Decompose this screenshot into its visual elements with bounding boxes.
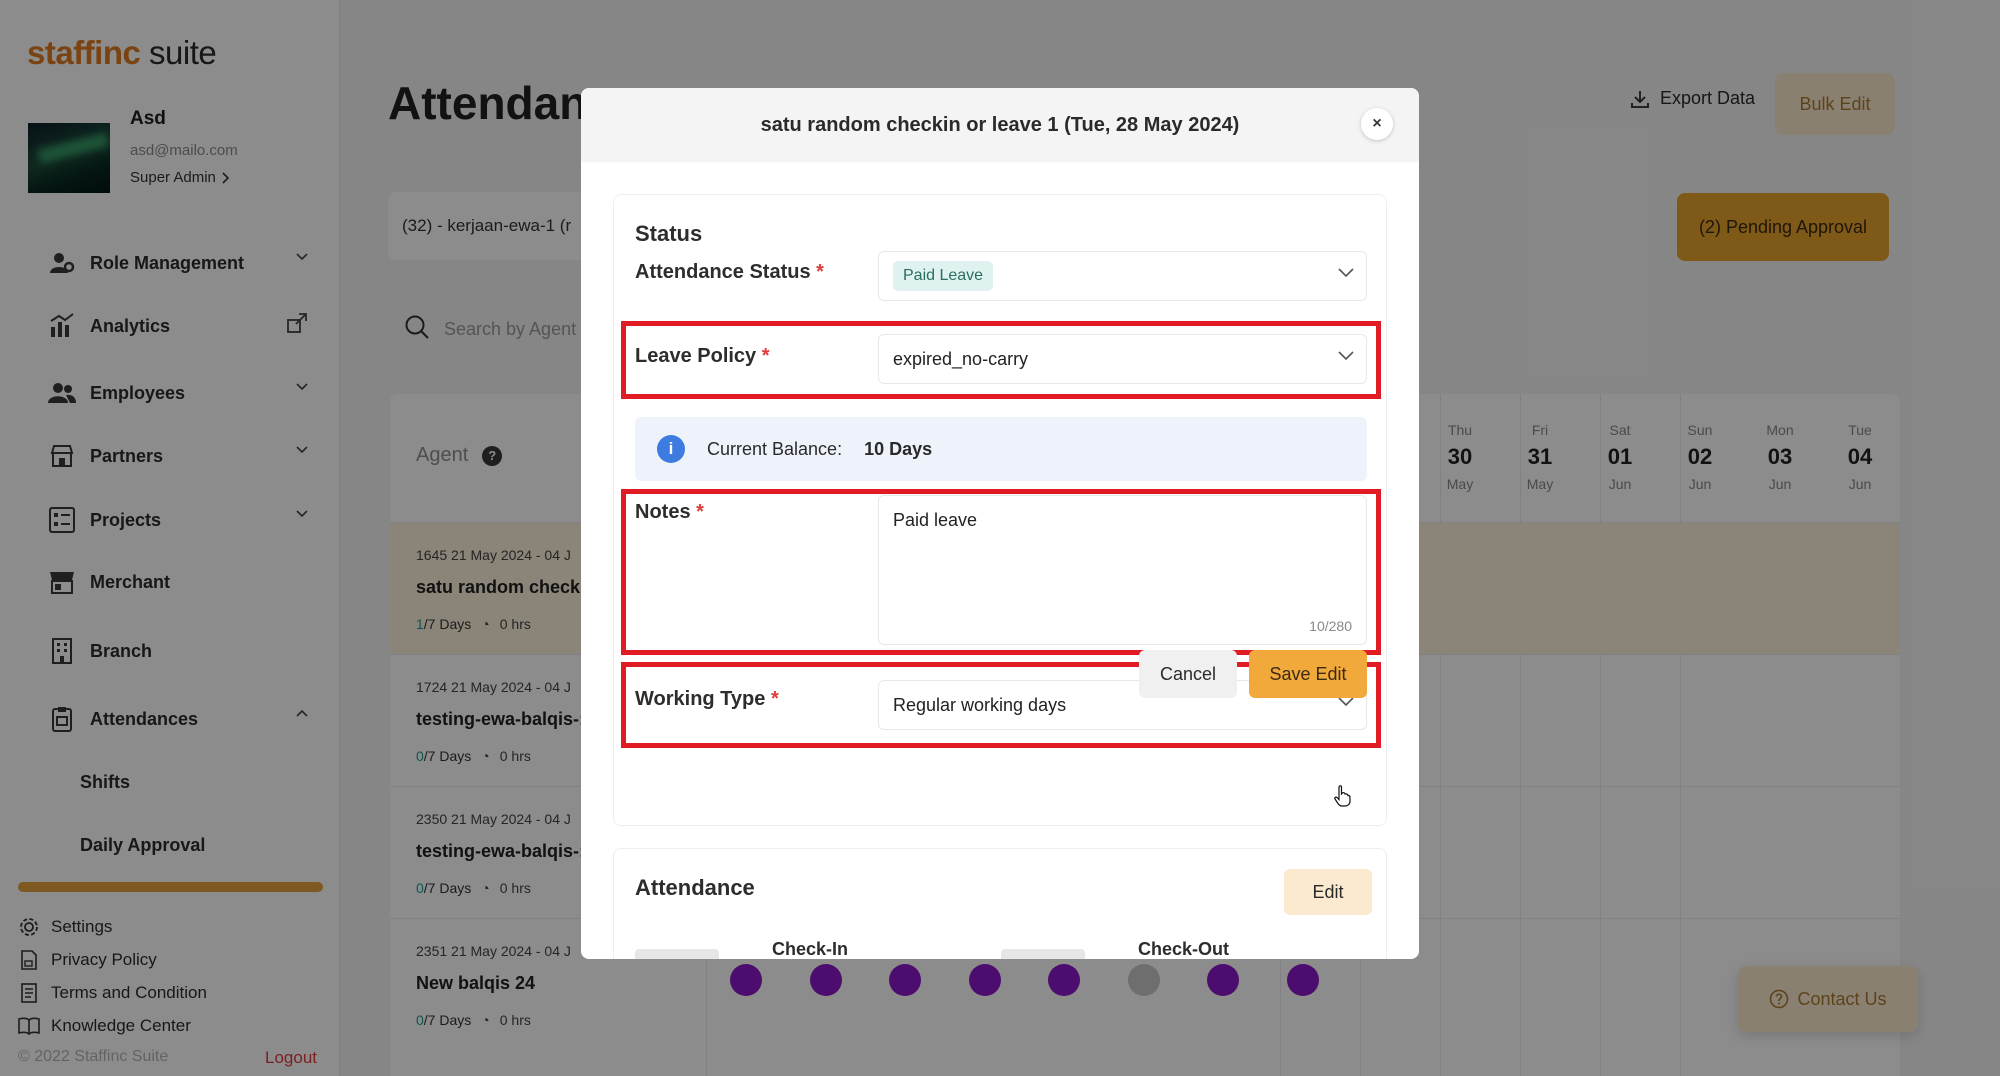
- chevron-down-icon: [1338, 351, 1354, 361]
- required-mark: *: [770, 688, 779, 710]
- check-out-placeholder: [1001, 949, 1085, 959]
- required-mark: *: [696, 501, 704, 523]
- modal-header: satu random checkin or leave 1 (Tue, 28 …: [581, 88, 1419, 162]
- notes-value: Paid leave: [893, 510, 978, 530]
- current-balance-banner: i Current Balance: 10 Days: [635, 417, 1367, 481]
- check-in-placeholder: [635, 949, 719, 959]
- modal-title: satu random checkin or leave 1 (Tue, 28 …: [760, 113, 1240, 136]
- attendance-status-label: Attendance Status *: [635, 261, 824, 284]
- chevron-down-icon: [1338, 268, 1354, 278]
- required-mark: *: [816, 261, 824, 283]
- required-mark: *: [761, 345, 770, 367]
- balance-label: Current Balance:: [707, 438, 843, 459]
- notes-textarea[interactable]: Paid leave 10/280: [878, 495, 1367, 645]
- attendance-status-select[interactable]: Paid Leave: [878, 251, 1367, 301]
- status-section-title: Status: [635, 221, 703, 246]
- notes-label: Notes *: [635, 501, 704, 524]
- attendance-section-title: Attendance: [635, 875, 755, 900]
- notes-char-counter: 10/280: [1309, 618, 1352, 634]
- field-label-text: Leave Policy: [635, 345, 757, 367]
- field-label-text: Attendance Status: [635, 261, 811, 283]
- field-label-text: Notes: [635, 501, 691, 523]
- leave-policy-value: expired_no-carry: [893, 348, 1029, 369]
- working-type-label: Working Type *: [635, 688, 779, 711]
- info-icon: i: [657, 435, 685, 463]
- attendance-card: Attendance Edit Check-In Check-Out: [613, 848, 1387, 959]
- close-icon: ×: [1372, 115, 1382, 132]
- field-label-text: Working Type: [635, 688, 766, 710]
- check-in-label: Check-In: [772, 939, 849, 959]
- balance-value: 10 Days: [864, 438, 933, 459]
- working-type-value: Regular working days: [893, 694, 1067, 715]
- edit-attendance-modal: satu random checkin or leave 1 (Tue, 28 …: [581, 88, 1419, 959]
- leave-policy-label: Leave Policy *: [635, 345, 770, 368]
- cancel-button[interactable]: Cancel: [1139, 650, 1237, 698]
- save-edit-button[interactable]: Save Edit: [1249, 650, 1367, 698]
- attendance-status-chip: Paid Leave: [893, 261, 994, 291]
- status-card: Status Attendance Status * Paid Leave Le…: [613, 194, 1387, 826]
- edit-attendance-button[interactable]: Edit: [1284, 869, 1372, 915]
- chevron-down-icon: [1338, 697, 1354, 707]
- leave-policy-select[interactable]: expired_no-carry: [878, 334, 1367, 384]
- close-button[interactable]: ×: [1361, 108, 1393, 140]
- pointer-cursor-icon: [1334, 785, 1351, 807]
- check-out-label: Check-Out: [1138, 939, 1230, 959]
